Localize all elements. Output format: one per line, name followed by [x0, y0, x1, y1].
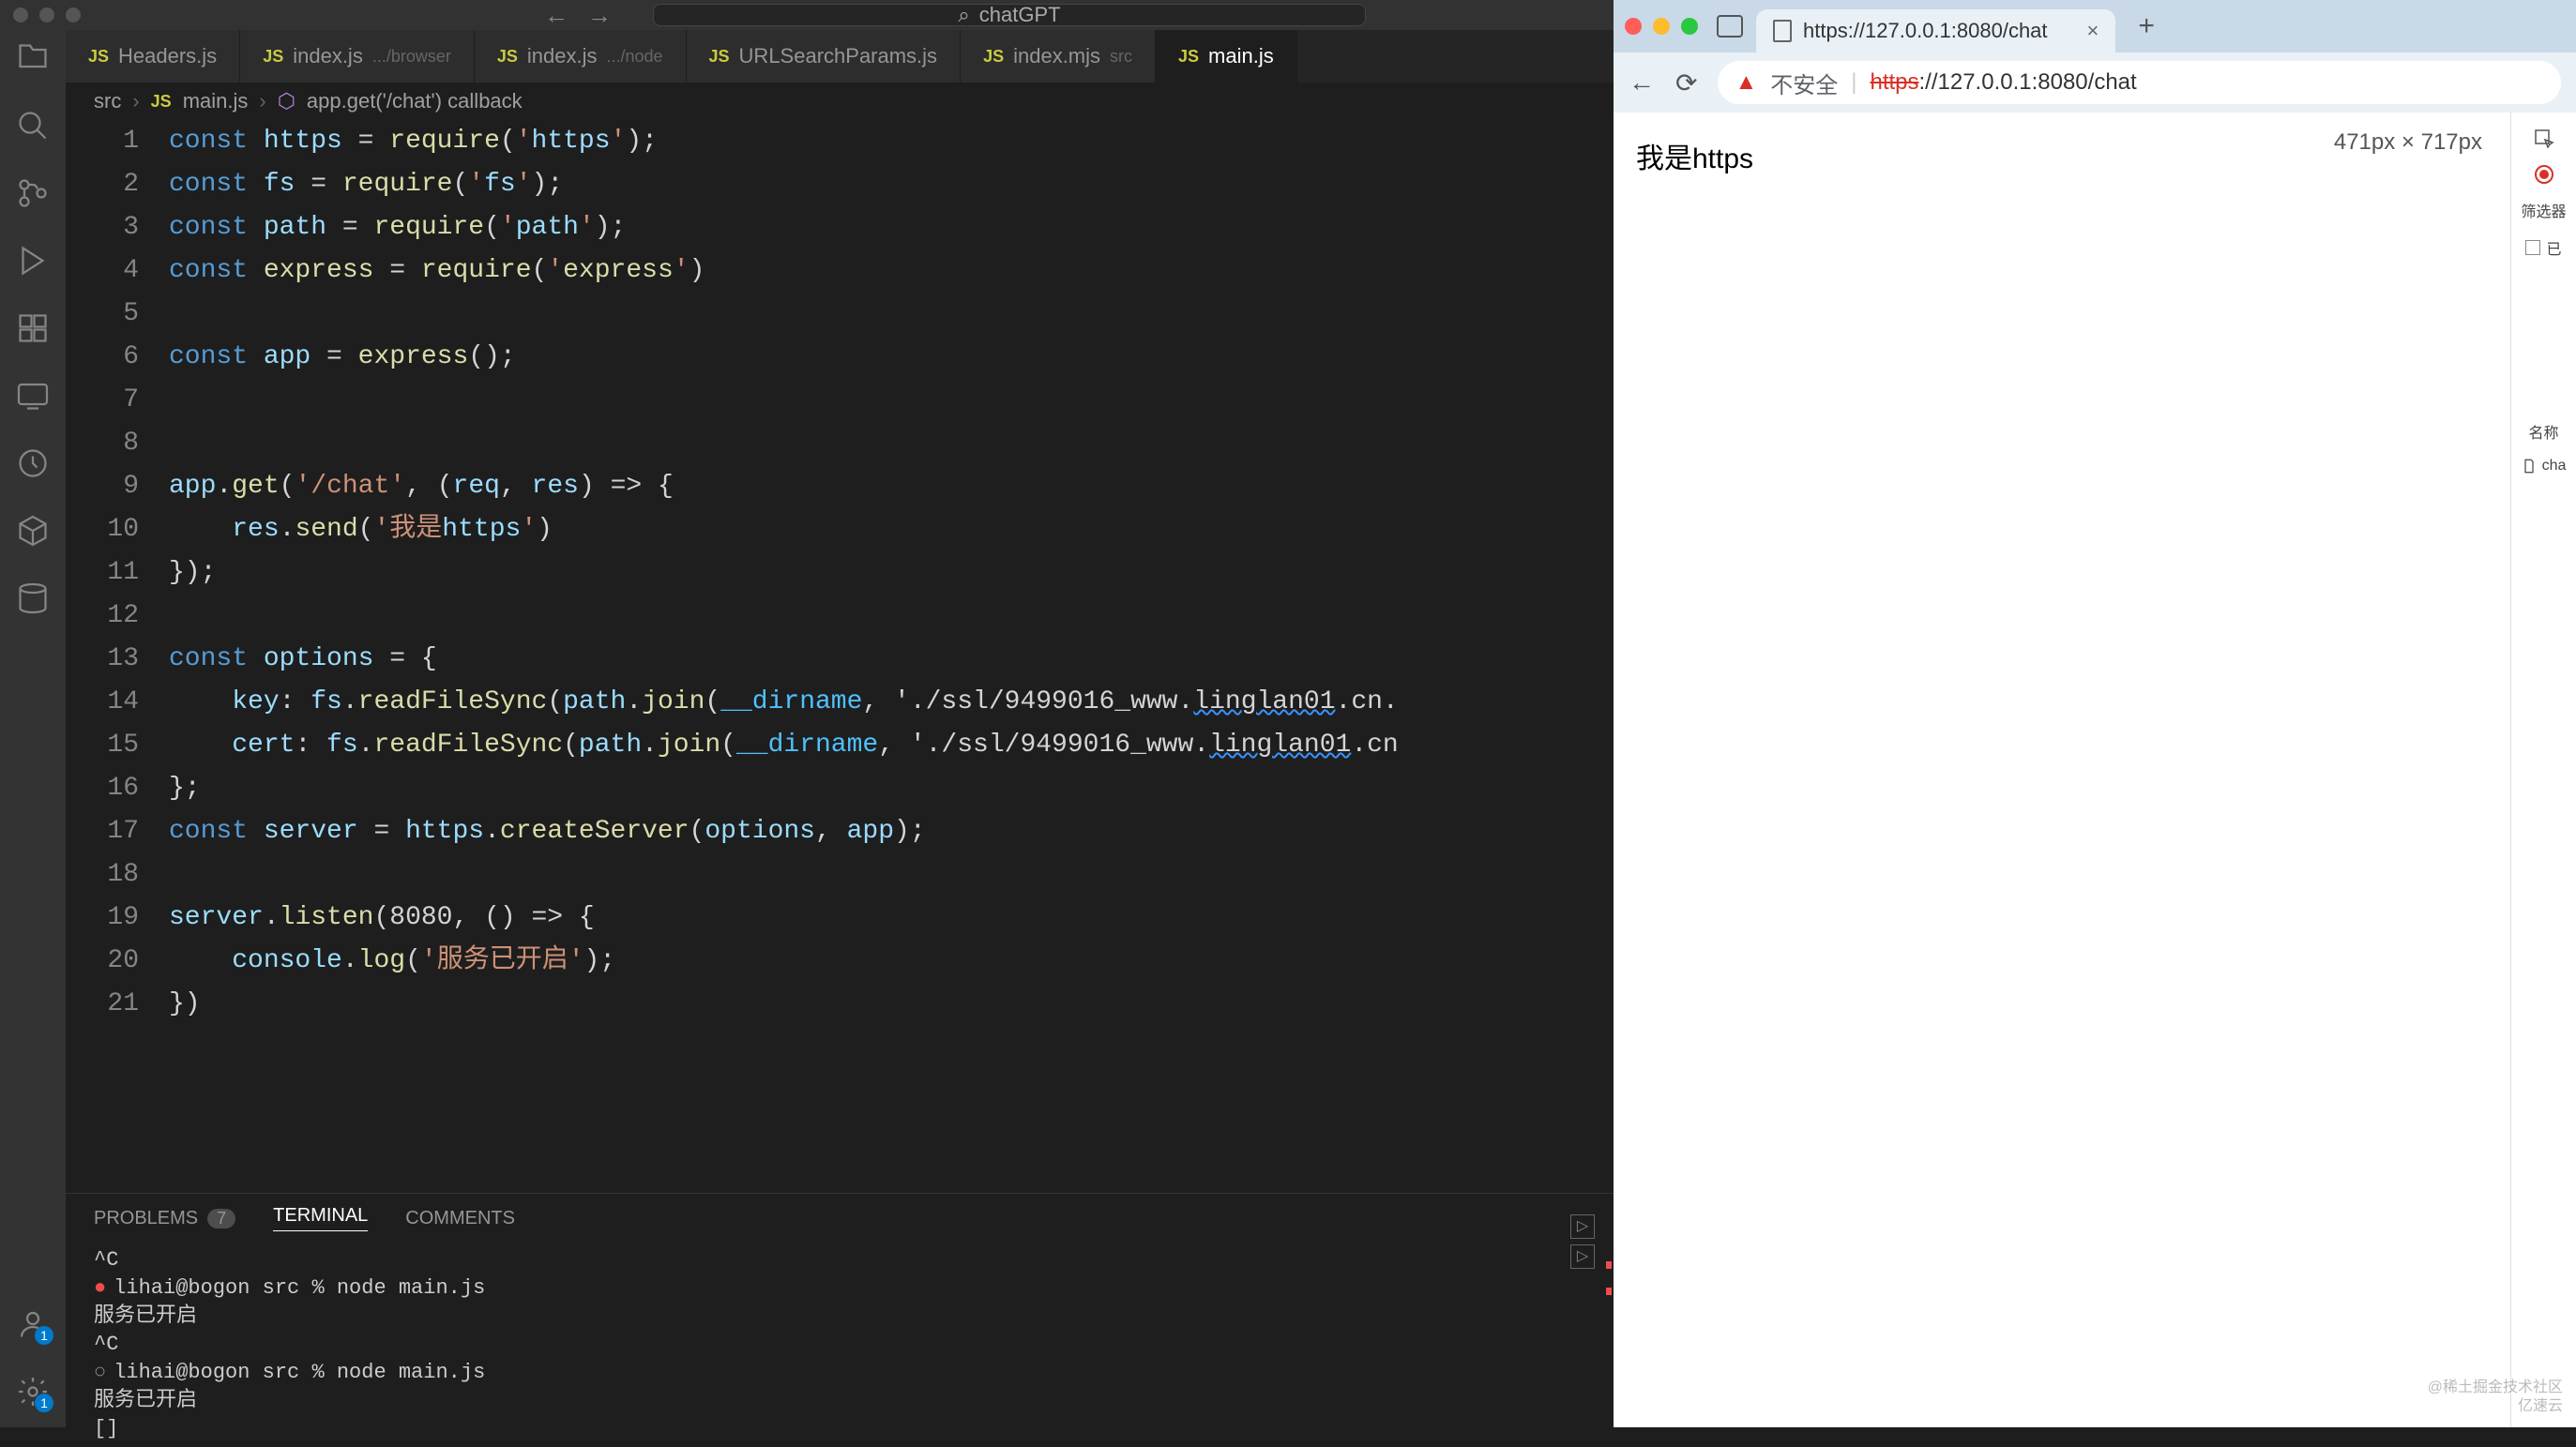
nav-forward-icon[interactable]: →	[587, 1, 612, 30]
search-icon: ⌕	[958, 3, 969, 27]
filter-label: 筛选器	[2521, 199, 2566, 221]
bottom-panel: PROBLEMS7 TERMINAL COMMENTS ▷ ▷ ^Clihai@…	[66, 1193, 1614, 1427]
line-gutter: 123456789101112131415161718192021	[66, 120, 169, 1193]
insecure-label: 不安全	[1770, 67, 1838, 99]
tab-index-mjs[interactable]: JSindex.mjssrc	[961, 30, 1156, 83]
name-column-header: 名称	[2528, 420, 2558, 443]
browser-tab[interactable]: https://127.0.0.1:8080/chat ×	[1756, 9, 2115, 53]
search-text: chatGPT	[979, 3, 1061, 27]
browser-maximize[interactable]	[1681, 18, 1698, 35]
timeline-icon[interactable]	[16, 446, 50, 480]
problems-count: 7	[207, 1209, 235, 1228]
close-traffic[interactable]	[13, 8, 28, 23]
network-row[interactable]: cha	[2522, 458, 2567, 475]
command-search[interactable]: ⌕ chatGPT	[653, 4, 1366, 26]
nav-back-icon[interactable]: ←	[544, 1, 568, 30]
search-icon[interactable]	[16, 109, 50, 143]
sidebar-toggle-icon[interactable]	[1717, 15, 1743, 38]
terminal-split-icon-2[interactable]: ▷	[1570, 1244, 1595, 1269]
tab-index-node[interactable]: JSindex.js.../node	[475, 30, 687, 83]
extensions-icon[interactable]	[16, 311, 50, 345]
tab-close-icon[interactable]: ×	[2087, 19, 2099, 43]
tab-headers[interactable]: JSHeaders.js	[66, 30, 240, 83]
breadcrumb-symbol[interactable]: app.get('/chat') callback	[307, 89, 523, 113]
browser-tab-title: https://127.0.0.1:8080/chat	[1803, 19, 2048, 43]
record-icon[interactable]	[2535, 165, 2553, 184]
titlebar: ← → ⌕ chatGPT	[0, 0, 1614, 30]
url-scheme: https	[1870, 69, 1918, 95]
source-control-icon[interactable]	[16, 176, 50, 210]
browser-reload-icon[interactable]: ⟳	[1675, 68, 1697, 98]
browser-minimize[interactable]	[1653, 18, 1670, 35]
checkbox[interactable]	[2525, 240, 2540, 255]
symbol-icon: ⬡	[278, 89, 295, 113]
page-icon	[1773, 20, 1792, 42]
browser-close[interactable]	[1625, 18, 1642, 35]
tab-main-js[interactable]: JSmain.js	[1156, 30, 1297, 83]
inspect-icon[interactable]	[2533, 128, 2555, 150]
browser-toolbar: ← ⟳ ▲ 不安全 | https://127.0.0.1:8080/chat	[1614, 53, 2576, 113]
browser-back-icon[interactable]: ←	[1629, 68, 1655, 98]
devtools-sidebar: 筛选器 已 名称 cha	[2510, 113, 2576, 1427]
package-icon[interactable]	[16, 514, 50, 548]
code-content[interactable]: const https = require('https');const fs …	[169, 120, 1614, 1193]
traffic-lights	[13, 8, 81, 23]
warning-icon: ▲	[1735, 69, 1757, 96]
watermark: @稀土掘金技术社区 亿速云	[2428, 1379, 2563, 1416]
browser-window: https://127.0.0.1:8080/chat × + ← ⟳ ▲ 不安…	[1614, 0, 2576, 1427]
editor-tabbar: JSHeaders.js JSindex.js.../browser JSind…	[66, 30, 1614, 83]
activity-bar: 1 1	[0, 30, 66, 1427]
address-bar[interactable]: ▲ 不安全 | https://127.0.0.1:8080/chat	[1718, 61, 2561, 104]
account-badge: 1	[35, 1326, 53, 1345]
code-editor[interactable]: 123456789101112131415161718192021 const …	[66, 120, 1614, 1193]
browser-tabbar: https://127.0.0.1:8080/chat × +	[1614, 0, 2576, 53]
url-path: ://127.0.0.1:8080/chat	[1919, 69, 2137, 95]
settings-badge: 1	[35, 1394, 53, 1412]
new-tab-icon[interactable]: +	[2138, 10, 2155, 42]
viewport-dimensions: 471px × 717px	[2334, 129, 2482, 156]
database-icon[interactable]	[16, 581, 50, 615]
terminal-output[interactable]: ▷ ▷ ^Clihai@bogon src % node main.js服务已开…	[66, 1243, 1614, 1447]
panel-tab-terminal[interactable]: TERMINAL	[273, 1205, 368, 1231]
browser-traffic-lights	[1625, 18, 1698, 35]
panel-tab-comments[interactable]: COMMENTS	[405, 1205, 515, 1231]
terminal-split-icon[interactable]: ▷	[1570, 1214, 1595, 1239]
maximize-traffic[interactable]	[66, 8, 81, 23]
explorer-icon[interactable]	[16, 41, 50, 75]
vscode-window: ← → ⌕ chatGPT 1	[0, 0, 1614, 1427]
tab-urlsearchparams[interactable]: JSURLSearchParams.js	[687, 30, 962, 83]
browser-viewport[interactable]: 我是https 471px × 717px	[1614, 113, 2510, 1427]
breadcrumb-root[interactable]: src	[94, 89, 121, 113]
remote-icon[interactable]	[16, 379, 50, 413]
breadcrumb-file[interactable]: main.js	[183, 89, 249, 113]
breadcrumb[interactable]: src › JS main.js › ⬡ app.get('/chat') ca…	[66, 83, 1614, 120]
panel-tab-problems[interactable]: PROBLEMS7	[94, 1205, 235, 1231]
tab-index-browser[interactable]: JSindex.js.../browser	[240, 30, 475, 83]
run-debug-icon[interactable]	[16, 244, 50, 278]
minimize-traffic[interactable]	[39, 8, 54, 23]
